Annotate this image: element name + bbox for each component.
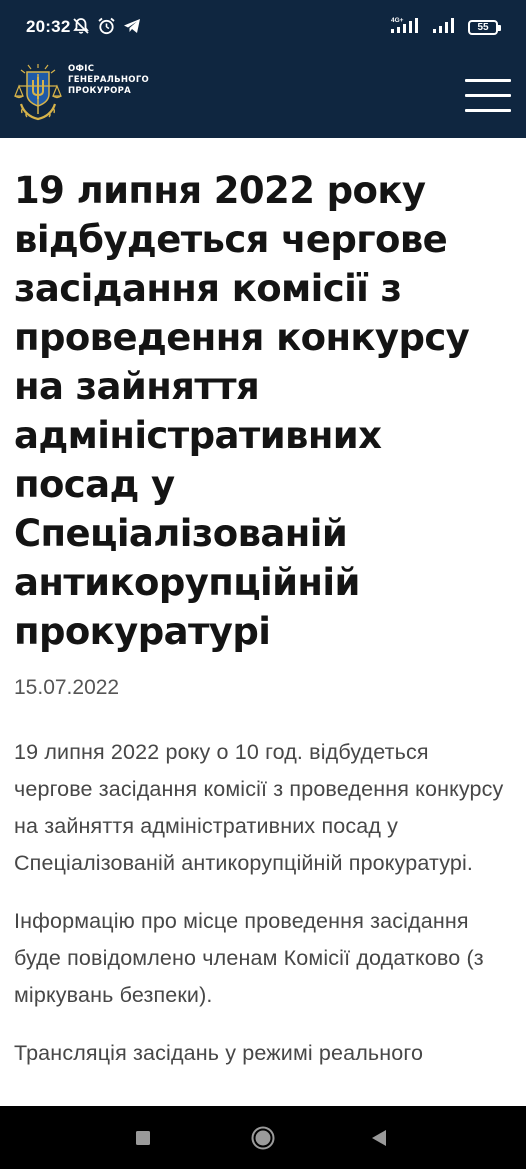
status-time: 20:32 — [26, 17, 71, 36]
status-bar: 20:32 4G+ 55 — [0, 0, 526, 46]
battery-icon: 55 — [468, 19, 501, 35]
alarm-icon — [97, 17, 116, 39]
system-nav-bar — [0, 1106, 526, 1169]
site-header: ОФІС ГЕНЕРАЛЬНОГО ПРОКУРОРА — [0, 46, 526, 138]
menu-bar-bottom — [465, 109, 511, 112]
telegram-icon — [123, 18, 141, 38]
article-title: 19 липня 2022 року відбудеться чергове з… — [14, 169, 470, 653]
article-paragraph-2: Інформацію про місце проведення засіданн… — [14, 909, 484, 1007]
home-circle-icon[interactable] — [251, 1126, 275, 1154]
org-name-line-3: ПРОКУРОРА — [68, 86, 132, 96]
signal-icon — [432, 16, 458, 38]
article-paragraph-3: Трансляція засідань у режимі реального — [14, 1041, 424, 1065]
back-triangle-icon[interactable] — [370, 1128, 388, 1152]
signal-4g-icon: 4G+ — [390, 16, 422, 38]
muted-bell-icon — [72, 17, 90, 39]
org-name-line-2: ГЕНЕРАЛЬНОГО — [68, 75, 150, 85]
hamburger-menu-icon[interactable] — [462, 76, 514, 116]
article-date: 15.07.2022 — [14, 676, 120, 699]
article-header: 19 липня 2022 року відбудеться чергове з… — [14, 166, 510, 656]
article-paragraph-1: 19 липня 2022 року о 10 год. відбудеться… — [14, 740, 504, 875]
battery-level: 55 — [477, 21, 489, 33]
status-icons-left — [72, 17, 141, 39]
prosecutor-emblem-icon[interactable] — [13, 64, 63, 122]
org-name: ОФІС ГЕНЕРАЛЬНОГО ПРОКУРОРА — [68, 64, 178, 97]
network-label: 4G+ — [391, 17, 404, 24]
org-name-line-1: ОФІС — [68, 64, 95, 74]
status-icons-right: 4G+ 55 — [390, 16, 501, 38]
article-body: 19 липня 2022 року о 10 год. відбудеться… — [14, 734, 510, 1093]
recents-square-icon[interactable] — [135, 1130, 151, 1150]
menu-bar-top — [465, 79, 511, 82]
menu-bar-middle — [465, 94, 511, 97]
